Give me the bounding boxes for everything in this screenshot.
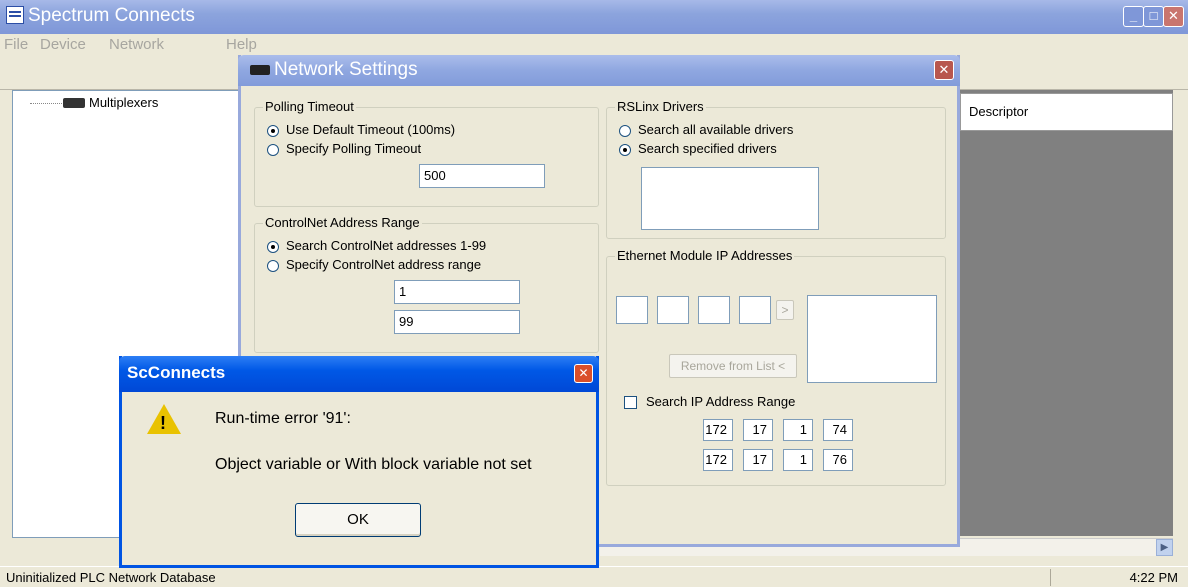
radio-specify-timeout[interactable] (267, 144, 279, 156)
menu-device[interactable]: Device (40, 36, 86, 53)
drivers-list[interactable] (641, 167, 819, 230)
controlnet-title: ControlNet Address Range (263, 215, 422, 230)
range-end-octet-4[interactable]: 76 (823, 449, 853, 471)
label-all-drivers: Search all available drivers (638, 122, 794, 137)
main-title-bar: Spectrum Connects _ □ ✕ (0, 0, 1188, 34)
ip-address-list[interactable] (807, 295, 937, 383)
radio-all-drivers[interactable] (619, 125, 631, 137)
radio-default-timeout[interactable] (267, 125, 279, 137)
error-dialog-close-button[interactable]: ✕ (574, 364, 593, 383)
status-bar: Uninitialized PLC Network Database 4:22 … (0, 566, 1188, 587)
grid-header-descriptor[interactable]: Descriptor (960, 93, 1173, 131)
keyboard-icon (250, 65, 270, 75)
network-settings-close-button[interactable]: ✕ (934, 60, 954, 80)
range-start-octet-2[interactable]: 17 (743, 419, 773, 441)
error-line-1: Run-time error '91': (215, 410, 351, 427)
error-line-2: Object variable or With block variable n… (215, 456, 532, 473)
range-start-octet-4[interactable]: 74 (823, 419, 853, 441)
status-divider (1050, 569, 1051, 586)
network-settings-title: Network Settings (274, 59, 418, 80)
label-search-controlnet: Search ControlNet addresses 1-99 (286, 238, 487, 253)
range-end-octet-2[interactable]: 17 (743, 449, 773, 471)
range-end-octet-1[interactable]: 172 (703, 449, 733, 471)
menu-help[interactable]: Help (226, 36, 257, 53)
menu-network[interactable]: Network (109, 36, 164, 53)
grid-header-label: Descriptor (969, 104, 1029, 119)
ip-octet-1-input[interactable] (616, 296, 648, 324)
label-search-ip-range: Search IP Address Range (646, 394, 796, 409)
network-settings-title-bar[interactable]: Network Settings ✕ (238, 55, 960, 86)
search-ip-range-checkbox[interactable] (624, 396, 637, 409)
ip-octet-4-input[interactable] (739, 296, 771, 324)
error-dialog-title-bar[interactable]: ScConnects ✕ (119, 356, 599, 392)
tree-item-multiplexers[interactable]: Multiplexers (89, 95, 158, 110)
menu-bar: File Device Network Help (0, 34, 1188, 56)
warning-exclamation-icon: ! (160, 413, 166, 433)
menu-file[interactable]: File (4, 36, 28, 53)
range-start-octet-1[interactable]: 172 (703, 419, 733, 441)
radio-specify-controlnet[interactable] (267, 260, 279, 272)
radio-specified-drivers[interactable] (619, 144, 631, 156)
polling-timeout-title: Polling Timeout (263, 99, 356, 114)
scroll-right-icon[interactable]: ▶ (1156, 539, 1173, 556)
ip-octet-3-input[interactable] (698, 296, 730, 324)
ok-button[interactable]: OK (295, 503, 421, 537)
label-specified-drivers: Search specified drivers (638, 141, 777, 156)
app-title: Spectrum Connects (28, 5, 195, 26)
remove-from-list-button[interactable]: Remove from List < (669, 354, 797, 378)
add-ip-button[interactable]: > (776, 300, 794, 320)
app-icon (6, 6, 24, 24)
range-end-octet-3[interactable]: 1 (783, 449, 813, 471)
close-button[interactable]: ✕ (1163, 6, 1184, 27)
status-time: 4:22 PM (1129, 570, 1178, 585)
ethernet-title: Ethernet Module IP Addresses (615, 248, 795, 263)
radio-search-controlnet[interactable] (267, 241, 279, 253)
ip-octet-2-input[interactable] (657, 296, 689, 324)
error-dialog-title: ScConnects (127, 363, 226, 382)
device-grid[interactable] (960, 90, 1173, 536)
range-start-octet-3[interactable]: 1 (783, 419, 813, 441)
controlnet-to-input[interactable]: 99 (394, 310, 520, 334)
multiplexer-icon (63, 98, 85, 108)
label-default-timeout: Use Default Timeout (100ms) (286, 122, 456, 137)
status-text: Uninitialized PLC Network Database (6, 570, 216, 585)
controlnet-from-input[interactable]: 1 (394, 280, 520, 304)
maximize-button[interactable]: □ (1143, 6, 1164, 27)
polling-timeout-input[interactable]: 500 (419, 164, 545, 188)
label-specify-controlnet: Specify ControlNet address range (286, 257, 482, 272)
label-specify-timeout: Specify Polling Timeout (286, 141, 422, 156)
rslinx-title: RSLinx Drivers (615, 99, 706, 114)
minimize-button[interactable]: _ (1123, 6, 1144, 27)
